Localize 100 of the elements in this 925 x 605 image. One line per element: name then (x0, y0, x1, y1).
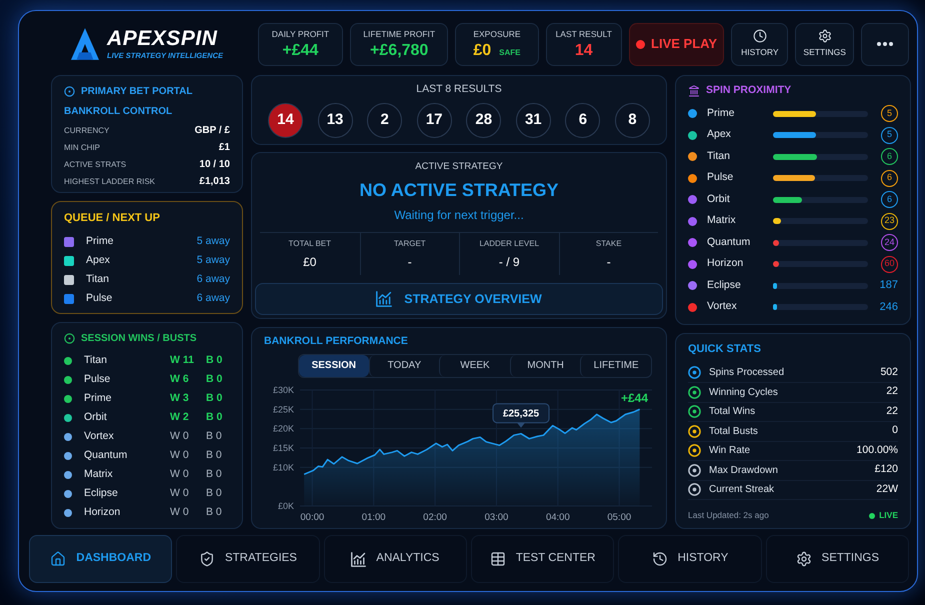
shield-icon (198, 551, 215, 567)
strategy-overview-button[interactable]: STRATEGY OVERVIEW (255, 283, 663, 315)
strategy-name: Orbit (84, 410, 107, 425)
more-button[interactable] (861, 22, 909, 66)
axis-label: £15K (272, 442, 294, 453)
count-badge: 5 (881, 126, 898, 144)
strategy-name: Titan (84, 352, 107, 368)
result-number: 13 (318, 102, 353, 138)
strategy-name: Quantum (707, 234, 752, 250)
nav-tab[interactable]: SETTINGS (766, 535, 909, 583)
strategy-name: Vortex (84, 428, 114, 444)
metric-label: STAKE (596, 238, 622, 250)
field-value: GBP / £ (194, 124, 230, 138)
busts-count: B 0 (206, 466, 223, 482)
strategy-name: Quantum (84, 448, 128, 463)
clock-icon (752, 29, 767, 44)
stat-label: DAILY PROFIT (272, 28, 330, 40)
strategy-name: Prime (86, 234, 114, 250)
settings-icon (796, 551, 812, 567)
result-number: 2 (367, 102, 402, 138)
annotation: £25,325 (502, 408, 540, 420)
last-updated-text: Last Updated: 2s ago (688, 509, 769, 522)
period-tab[interactable]: MONTH (510, 354, 580, 377)
period-tab[interactable]: SESSION (299, 354, 369, 377)
settings-button[interactable]: SETTINGS (795, 22, 854, 66)
axis-label: 02:00 (423, 512, 447, 523)
strategy-name: Prime (707, 106, 736, 121)
busts-count: B 0 (206, 486, 223, 501)
strategy-name: Pulse (86, 291, 112, 306)
wins-count: W 2 (170, 410, 190, 425)
strategy-status: NO ACTIVE STRATEGY (358, 179, 560, 202)
bar-chart-icon (376, 291, 392, 307)
stat-label: EXPOSURE (473, 28, 521, 40)
period-tab[interactable]: TODAY (368, 354, 440, 377)
circle-dot-icon (64, 333, 75, 344)
nav-tab[interactable]: DASHBOARD (29, 535, 172, 583)
history-button[interactable]: HISTORY (731, 22, 788, 66)
count-badge: 6 (881, 148, 898, 165)
distance-text: 5 away (196, 234, 230, 250)
count-badge: 60 (881, 256, 898, 272)
strategy-name: Apex (707, 127, 732, 142)
field-value: £1,013 (199, 175, 230, 189)
panel-title: LAST 8 RESULTS (415, 82, 503, 97)
axis-label: 05:00 (607, 512, 632, 523)
strategy-name: Apex (86, 253, 110, 268)
landmark-icon (688, 84, 700, 97)
bar-chart-icon (351, 552, 366, 566)
axis-label: 01:00 (362, 512, 386, 523)
wins-count: W 0 (170, 448, 190, 463)
count-badge: 6 (881, 170, 898, 186)
nav-tab[interactable]: HISTORY (618, 535, 762, 583)
status-message: Waiting for next trigger... (393, 207, 525, 224)
nav-tab[interactable]: STRATEGIES (176, 535, 320, 583)
gain-label: +£44 (620, 390, 648, 405)
stat-value: £0 (473, 42, 492, 60)
axis-label: 04:00 (546, 512, 570, 523)
axis-label: £25K (272, 404, 294, 414)
result-number: 31 (516, 102, 551, 138)
axis-label: 03:00 (484, 512, 508, 523)
busts-count: B 0 (206, 372, 224, 387)
field-label: ACTIVE STRATS (64, 158, 126, 170)
panel-title: PRIMARY BET PORTAL (81, 85, 192, 99)
axis-label: £10K (272, 462, 294, 472)
stat-label: LIFETIME PROFIT (363, 28, 436, 40)
stat-value: 22 (886, 404, 898, 419)
busts-count: B 0 (206, 352, 224, 368)
more-icon (877, 42, 894, 46)
axis-label: £0K (278, 500, 294, 511)
strategy-name: Matrix (84, 466, 113, 482)
logo-icon (71, 28, 99, 60)
strategy-name: Horizon (707, 256, 744, 272)
panel-title: QUICK STATS (688, 342, 762, 357)
stat-value: £120 (874, 462, 898, 478)
nav-tab[interactable]: TEST CENTER (470, 535, 614, 583)
stat-label: Spins Processed (709, 366, 784, 380)
status-label: SAFE (499, 47, 521, 60)
wins-count: W 0 (170, 466, 190, 482)
result-number: 17 (416, 102, 452, 138)
strategy-name: Eclipse (84, 486, 118, 501)
nav-tab[interactable]: ANALYTICS (324, 535, 467, 583)
metric-label: TARGET (394, 238, 426, 250)
strategy-name: Titan (707, 148, 731, 164)
field-label: MIN CHIP (64, 142, 100, 154)
table-icon (490, 551, 506, 567)
panel-title: QUEUE / NEXT UP (64, 211, 161, 226)
strategy-name: Eclipse (707, 278, 742, 293)
settings-icon (818, 29, 832, 44)
metric-value: - (408, 254, 412, 272)
stat-value: +£6,780 (370, 42, 428, 60)
stat-value: 0 (892, 423, 898, 438)
period-tab[interactable]: WEEK (439, 354, 510, 377)
period-tab[interactable]: LIFETIME (580, 354, 651, 377)
stat-value: 22 (886, 384, 898, 400)
strategy-name: Matrix (707, 213, 737, 228)
busts-count: B 0 (206, 504, 223, 520)
count-badge: 5 (881, 105, 898, 122)
stat-label: LAST RESULT (556, 28, 612, 40)
live-play-button[interactable]: LIVE PLAY (628, 22, 724, 66)
brand-name: APEXSPIN (107, 26, 218, 50)
busts-count: B 0 (206, 428, 223, 444)
